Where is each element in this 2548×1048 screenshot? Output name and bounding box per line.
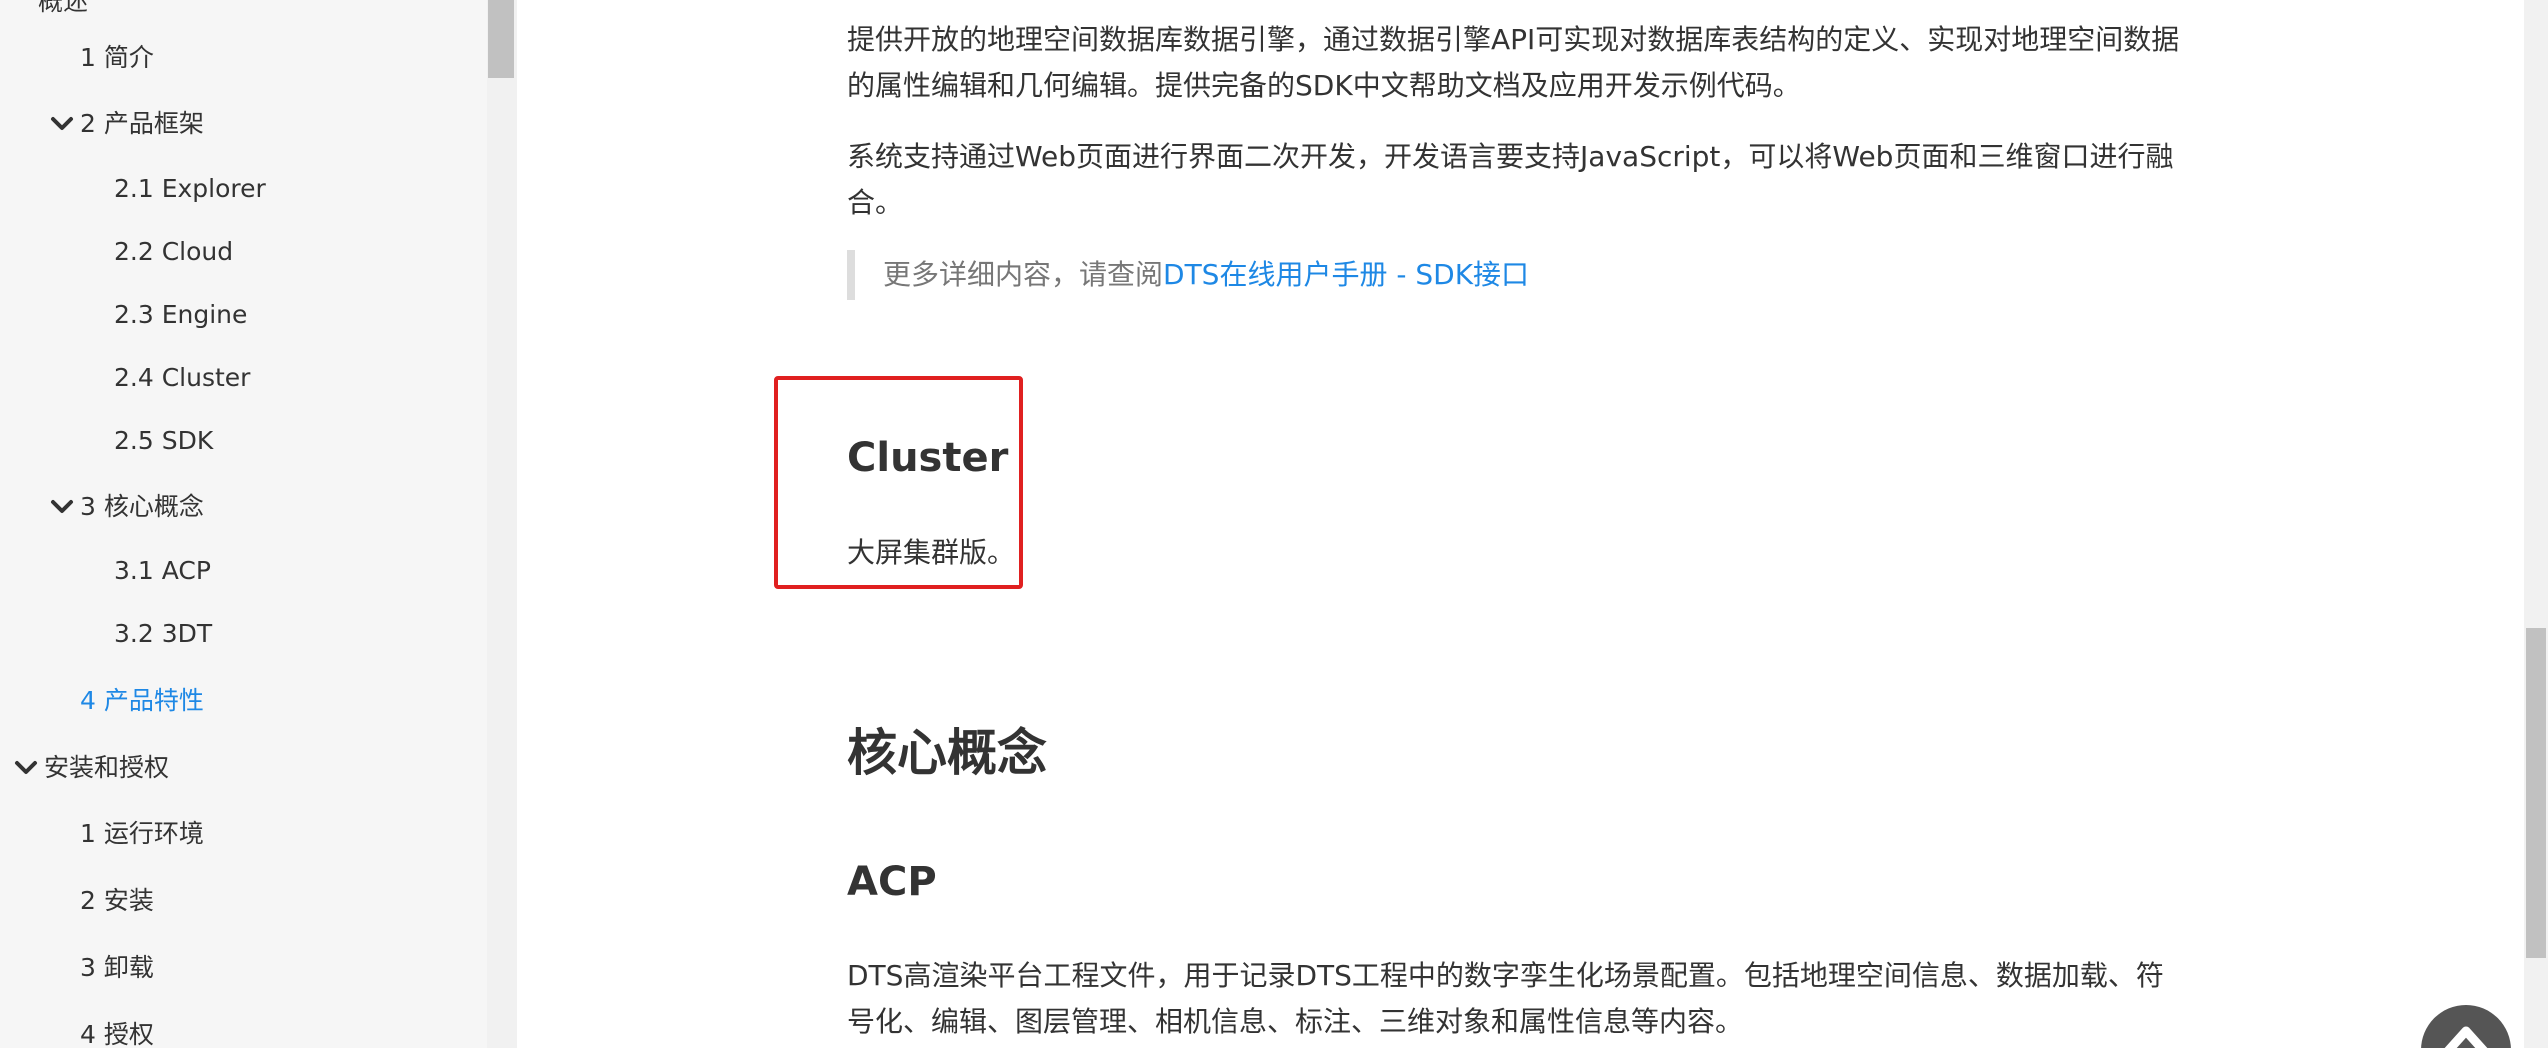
sidebar-item-cloud[interactable]: 2.2 Cloud — [114, 236, 233, 268]
arrow-up-icon — [2444, 1026, 2488, 1048]
core-concepts-heading: 核心概念 — [847, 724, 1047, 782]
sidebar-nav: 概述 1 简介 2 产品框架 2.1 Explorer 2.2 Cloud 2.… — [0, 0, 487, 1048]
sidebar-item-explorer[interactable]: 2.1 Explorer — [114, 173, 266, 205]
sidebar-item-cluster[interactable]: 2.4 Cluster — [114, 362, 250, 394]
sdk-manual-link[interactable]: DTS在线用户手册 - SDK接口 — [1163, 258, 1529, 291]
chevron-down-icon[interactable] — [48, 491, 76, 523]
chevron-down-icon[interactable] — [12, 752, 40, 784]
sidebar-item-license[interactable]: 4 授权 — [80, 1019, 154, 1048]
quote-prefix-text: 更多详细内容，请查阅 — [883, 258, 1164, 291]
sidebar-item-sdk[interactable]: 2.5 SDK — [114, 425, 213, 457]
sidebar-item-engine[interactable]: 2.3 Engine — [114, 299, 247, 331]
highlight-annotation-box — [774, 376, 1023, 589]
sdk-description-paragraph: 提供开放的地理空间数据库数据引擎，通过数据引擎API可实现对数据库表结构的定义、… — [847, 23, 2180, 102]
acp-heading: ACP — [847, 859, 937, 905]
sidebar-item-intro[interactable]: 1 简介 — [80, 42, 154, 74]
page-scrollbar-thumb[interactable] — [2526, 628, 2546, 958]
acp-description-paragraph: DTS高渲染平台工程文件，用于记录DTS工程中的数字孪生化场景配置。包括地理空间… — [847, 959, 2164, 1038]
back-to-top-button[interactable] — [2421, 1005, 2511, 1048]
more-details-blockquote: 更多详细内容，请查阅DTS在线用户手册 - SDK接口 — [847, 250, 1647, 300]
sidebar-scrollbar-track[interactable] — [487, 0, 517, 1048]
sidebar-item-3dt[interactable]: 3.2 3DT — [114, 618, 212, 650]
chevron-down-icon[interactable] — [48, 108, 76, 140]
sidebar-item-framework[interactable]: 2 产品框架 — [80, 108, 204, 140]
sidebar-item-features[interactable]: 4 产品特性 — [80, 685, 204, 717]
web-integration-paragraph: 系统支持通过Web页面进行界面二次开发，开发语言要支持JavaScript，可以… — [847, 140, 2174, 219]
sidebar-item-environment[interactable]: 1 运行环境 — [80, 818, 204, 850]
sidebar-item-uninstall[interactable]: 3 卸载 — [80, 952, 154, 984]
sidebar-item-install[interactable]: 2 安装 — [80, 885, 154, 917]
sidebar-scrollbar-thumb[interactable] — [488, 0, 514, 78]
sidebar-item-acp[interactable]: 3.1 ACP — [114, 555, 211, 587]
sidebar-item-core-concepts[interactable]: 3 核心概念 — [80, 491, 204, 523]
sidebar-item-install-license[interactable]: 安装和授权 — [44, 752, 169, 784]
sidebar-item-overview[interactable]: 概述 — [38, 0, 88, 18]
